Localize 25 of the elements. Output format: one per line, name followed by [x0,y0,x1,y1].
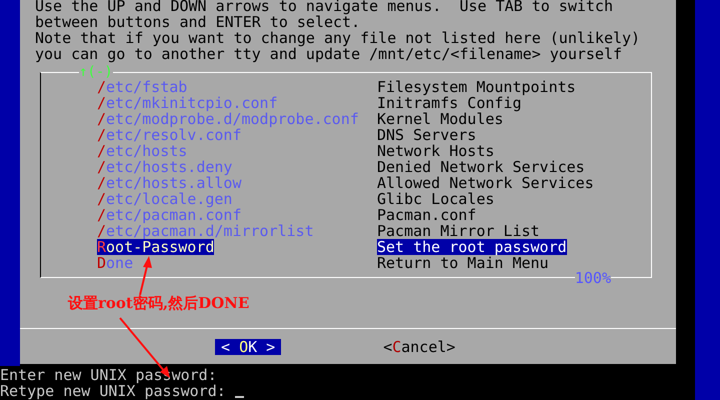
instruction-text: you can go to another tty and update /mnt/etc/<filename> yourself [35,46,622,62]
menu-item-description[interactable]: DNS Servers [377,127,476,143]
menu-item-tag[interactable]: Root-Password [97,239,214,255]
menu-item-description[interactable]: Glibc Locales [377,191,494,207]
scroll-indicator: ↑(-) [79,64,113,80]
annotation-arrow [139,256,152,296]
menu-item-description[interactable]: Pacman Mirror List [377,223,540,239]
menu-item-description[interactable]: Set the root password [377,239,567,255]
dialog-button[interactable]: <Cancel> [381,338,458,354]
menu-item-description[interactable]: Allowed Network Services [377,175,594,191]
menu-item-description[interactable]: Pacman.conf [377,207,476,223]
instruction-text: between buttons and ENTER to select. [35,14,360,30]
annotation-text: 设置root密码,然后DONE [68,294,250,312]
dialog-button[interactable]: < OK > [215,338,282,354]
scroll-percent: 100% [574,270,611,286]
menu-item-description[interactable]: Return to Main Menu [377,255,549,271]
terminal-text: Retype new UNIX password: [0,383,226,399]
menu-item-description[interactable]: Kernel Modules [377,111,504,127]
terminal-text: Enter new UNIX password: [0,367,217,383]
menu-item-description[interactable]: Initramfs Config [377,95,522,111]
menu-item-description[interactable]: Filesystem Mountpoints [377,79,576,95]
text-cursor [234,396,244,398]
instruction-text: Note that if you want to change any file not listed here (unlikely) [35,30,642,46]
menu-item-description[interactable]: Denied Network Services [377,159,585,175]
menu-item-description[interactable]: Network Hosts [377,143,494,159]
